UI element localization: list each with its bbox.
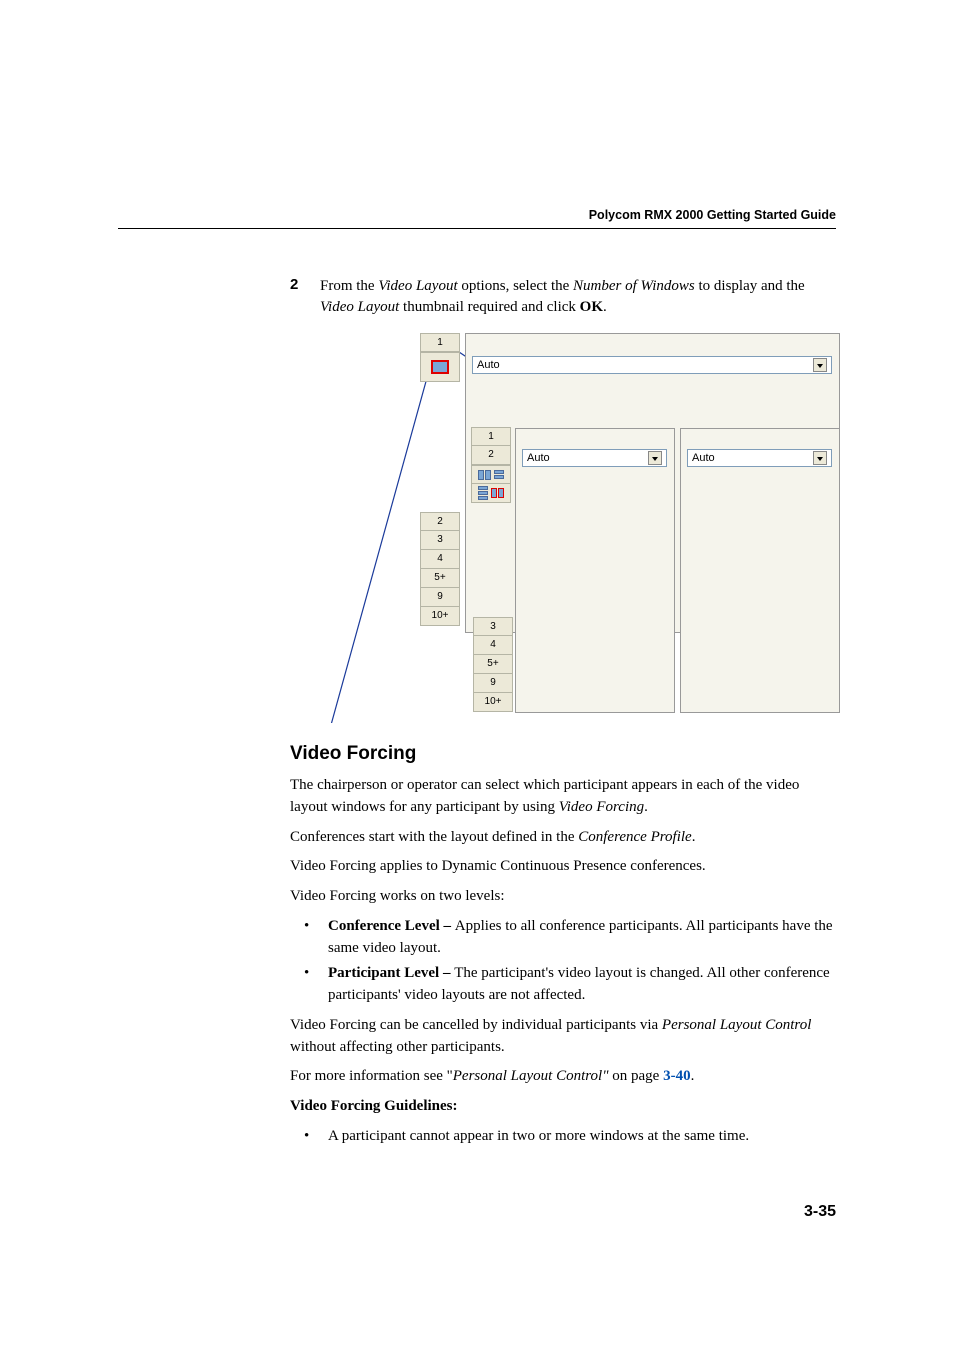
video-layout-figure: 1 2 3 4 5+ 9 10+ Auto 1 2 xyxy=(290,328,836,723)
levels-list: Conference Level – Applies to all confer… xyxy=(290,916,836,1007)
auto-dropdown-main[interactable]: Auto xyxy=(472,356,832,374)
bullet-participant-level: Participant Level – The participant's vi… xyxy=(290,963,836,1007)
step-number: 2 xyxy=(290,276,320,318)
col1: 1 2 3 4 5+ 9 10+ xyxy=(420,333,460,626)
panel-left-small: Auto xyxy=(515,428,675,713)
layout-3a-icon xyxy=(478,486,488,500)
col1-1[interactable]: 1 xyxy=(420,333,460,352)
col1-4[interactable]: 4 xyxy=(420,550,460,569)
auto-label: Auto xyxy=(477,359,500,371)
layout-2h-icon xyxy=(478,470,491,480)
chevron-down-icon xyxy=(813,358,827,372)
auto-dropdown-left[interactable]: Auto xyxy=(522,449,667,467)
col1-3[interactable]: 3 xyxy=(420,531,460,550)
col1-thumb[interactable] xyxy=(420,352,460,382)
para-6: For more information see "Personal Layou… xyxy=(290,1066,836,1088)
page-number: 3-35 xyxy=(804,1203,836,1221)
para-3: Video Forcing applies to Dynamic Continu… xyxy=(290,856,836,878)
col2-thumbrow-b[interactable] xyxy=(471,484,511,503)
col2-2[interactable]: 2 xyxy=(471,446,511,465)
col2: 1 2 xyxy=(471,427,511,503)
chevron-down-icon xyxy=(813,451,827,465)
col1-2[interactable]: 2 xyxy=(420,512,460,531)
layout-single-icon xyxy=(431,360,449,374)
col2-1[interactable]: 1 xyxy=(471,427,511,446)
col3-5[interactable]: 5+ xyxy=(473,655,513,674)
step-row: 2 From the Video Layout options, select … xyxy=(290,276,836,318)
auto-label-r: Auto xyxy=(692,452,715,464)
guidelines-list: A participant cannot appear in two or mo… xyxy=(290,1126,836,1148)
guidelines-heading: Video Forcing Guidelines: xyxy=(290,1096,836,1118)
xref-link[interactable]: 3-40 xyxy=(663,1068,691,1084)
content-area: 2 From the Video Layout options, select … xyxy=(290,276,836,1156)
section-heading: Video Forcing xyxy=(290,743,836,765)
col3-10[interactable]: 10+ xyxy=(473,693,513,712)
para-1: The chairperson or operator can select w… xyxy=(290,775,836,819)
chevron-down-icon xyxy=(648,451,662,465)
running-header: Polycom RMX 2000 Getting Started Guide xyxy=(118,208,836,222)
auto-label-l: Auto xyxy=(527,452,550,464)
auto-dropdown-right[interactable]: Auto xyxy=(687,449,832,467)
step-text: From the Video Layout options, select th… xyxy=(320,276,836,318)
para-5: Video Forcing can be cancelled by indivi… xyxy=(290,1015,836,1059)
header-title: Polycom RMX 2000 Getting Started Guide xyxy=(589,208,836,222)
col3-4[interactable]: 4 xyxy=(473,636,513,655)
panel-right-small: Auto xyxy=(680,428,840,713)
layout-sel-icon xyxy=(491,488,504,498)
col3: 3 4 5+ 9 10+ xyxy=(473,617,513,712)
col3-9[interactable]: 9 xyxy=(473,674,513,693)
col1-5[interactable]: 5+ xyxy=(420,569,460,588)
layout-2v-icon xyxy=(494,470,504,479)
col3-3[interactable]: 3 xyxy=(473,617,513,636)
header-rule xyxy=(118,228,836,229)
col1-9[interactable]: 9 xyxy=(420,588,460,607)
para-2: Conferences start with the layout define… xyxy=(290,827,836,849)
col2-thumbrow-a[interactable] xyxy=(471,465,511,484)
para-4: Video Forcing works on two levels: xyxy=(290,886,836,908)
col1-10[interactable]: 10+ xyxy=(420,607,460,626)
guideline-1: A participant cannot appear in two or mo… xyxy=(290,1126,836,1148)
bullet-conference-level: Conference Level – Applies to all confer… xyxy=(290,916,836,960)
